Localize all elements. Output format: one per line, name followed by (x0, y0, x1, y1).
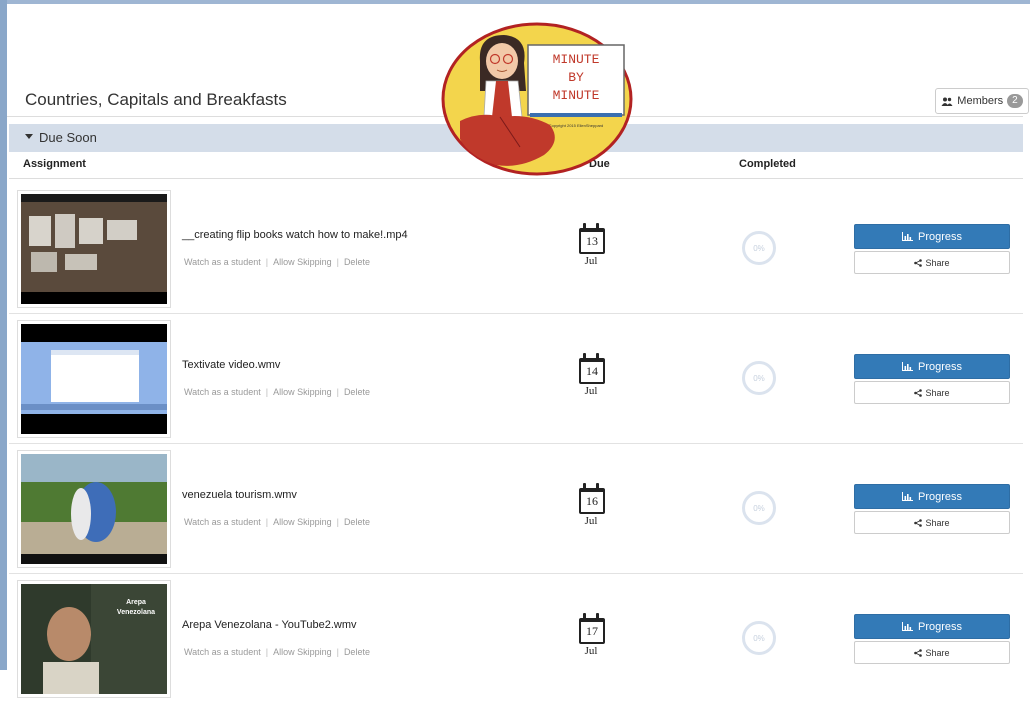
share-button[interactable]: Share (854, 381, 1010, 404)
allow-skipping-link[interactable]: Allow Skipping (273, 257, 332, 267)
progress-button-label: Progress (917, 230, 963, 243)
members-count-badge: 2 (1007, 94, 1023, 108)
minute-by-minute-logo: MINUTE BY MINUTE Copyright 2015 EllenShe… (440, 21, 634, 177)
assignment-title[interactable]: Textivate video.wmv (182, 359, 280, 371)
due-month: Jul (584, 645, 598, 657)
calendar-icon: 13 Jul (577, 223, 605, 267)
assignment-title[interactable]: venezuela tourism.wmv (182, 489, 297, 501)
completion-circle: 0% (742, 491, 776, 525)
assignment-title[interactable]: __creating flip books watch how to make!… (182, 229, 408, 241)
due-day: 13 (586, 234, 598, 248)
share-icon (914, 518, 923, 527)
assignment-row: Arepa Venezolana Arepa Venezolana - YouT… (9, 573, 1023, 703)
logo-copyright: Copyright 2015 EllenSheppard (549, 123, 603, 128)
members-label: Members (957, 95, 1004, 107)
video-thumbnail[interactable] (17, 320, 171, 438)
delete-link[interactable]: Delete (344, 647, 370, 657)
progress-button-label: Progress (917, 490, 963, 503)
calendar-icon: 17 Jul (577, 613, 605, 657)
share-icon (914, 648, 923, 657)
bar-chart-icon (901, 622, 913, 631)
due-month: Jul (584, 385, 598, 397)
progress-button[interactable]: Progress (854, 354, 1010, 379)
delete-link[interactable]: Delete (344, 387, 370, 397)
thumbnail-caption: Arepa Venezolana (116, 599, 156, 616)
users-icon (941, 97, 953, 106)
assignment-row: Textivate video.wmv Watch as a student | A… (9, 313, 1023, 444)
allow-skipping-link[interactable]: Allow Skipping (273, 387, 332, 397)
allow-skipping-link[interactable]: Allow Skipping (273, 517, 332, 527)
table-header-divider (9, 178, 1023, 179)
video-thumbnail-image (21, 194, 167, 304)
due-day: 17 (586, 624, 598, 638)
bar-chart-icon (901, 492, 913, 501)
assignment-row: __creating flip books watch how to make!… (9, 183, 1023, 314)
watch-as-student-link[interactable]: Watch as a student (184, 387, 261, 397)
assignment-actions: Watch as a student | Allow Skipping | Delete (184, 517, 370, 527)
share-button[interactable]: Share (854, 251, 1010, 274)
watch-as-student-link[interactable]: Watch as a student (184, 647, 261, 657)
bar-chart-icon (901, 232, 913, 241)
window-frame-left (0, 0, 7, 670)
share-icon (914, 258, 923, 267)
column-header-completed: Completed (739, 158, 796, 170)
completion-circle: 0% (742, 621, 776, 655)
progress-button-label: Progress (917, 620, 963, 633)
bar-chart-icon (901, 362, 913, 371)
due-day: 14 (586, 364, 598, 378)
members-button[interactable]: Members 2 (935, 88, 1029, 114)
share-button[interactable]: Share (854, 641, 1010, 664)
completion-circle: 0% (742, 361, 776, 395)
watch-as-student-link[interactable]: Watch as a student (184, 517, 261, 527)
logo-line-1: MINUTE (553, 52, 600, 67)
due-day: 16 (586, 494, 598, 508)
video-thumbnail[interactable] (17, 190, 171, 308)
video-thumbnail[interactable]: Arepa Venezolana (17, 580, 171, 698)
assignment-actions: Watch as a student | Allow Skipping | Delete (184, 647, 370, 657)
video-thumbnail[interactable] (17, 450, 171, 568)
logo-line-2: BY (568, 70, 584, 85)
video-thumbnail-image (21, 454, 167, 564)
assignment-actions: Watch as a student | Allow Skipping | Delete (184, 257, 370, 267)
page-title: Countries, Capitals and Breakfasts (25, 90, 287, 109)
progress-button[interactable]: Progress (854, 614, 1010, 639)
progress-button-label: Progress (917, 360, 963, 373)
share-button-label: Share (925, 517, 950, 528)
due-month: Jul (584, 255, 598, 267)
allow-skipping-link[interactable]: Allow Skipping (273, 647, 332, 657)
assignment-title[interactable]: Arepa Venezolana - YouTube2.wmv (182, 619, 357, 631)
delete-link[interactable]: Delete (344, 257, 370, 267)
due-month: Jul (584, 515, 598, 527)
assignment-row: venezuela tourism.wmv Watch as a student… (9, 443, 1023, 574)
video-thumbnail-image (21, 324, 167, 434)
logo-line-3: MINUTE (553, 88, 600, 103)
share-button-label: Share (925, 647, 950, 658)
caret-down-icon (25, 134, 33, 139)
calendar-icon: 14 Jul (577, 353, 605, 397)
assignment-actions: Watch as a student | Allow Skipping | Delete (184, 387, 370, 397)
calendar-icon: 16 Jul (577, 483, 605, 527)
section-label: Due Soon (39, 130, 97, 145)
delete-link[interactable]: Delete (344, 517, 370, 527)
watch-as-student-link[interactable]: Watch as a student (184, 257, 261, 267)
share-button-label: Share (925, 257, 950, 268)
column-header-assignment: Assignment (23, 158, 86, 170)
share-button[interactable]: Share (854, 511, 1010, 534)
share-icon (914, 388, 923, 397)
progress-button[interactable]: Progress (854, 224, 1010, 249)
share-button-label: Share (925, 387, 950, 398)
progress-button[interactable]: Progress (854, 484, 1010, 509)
completion-circle: 0% (742, 231, 776, 265)
